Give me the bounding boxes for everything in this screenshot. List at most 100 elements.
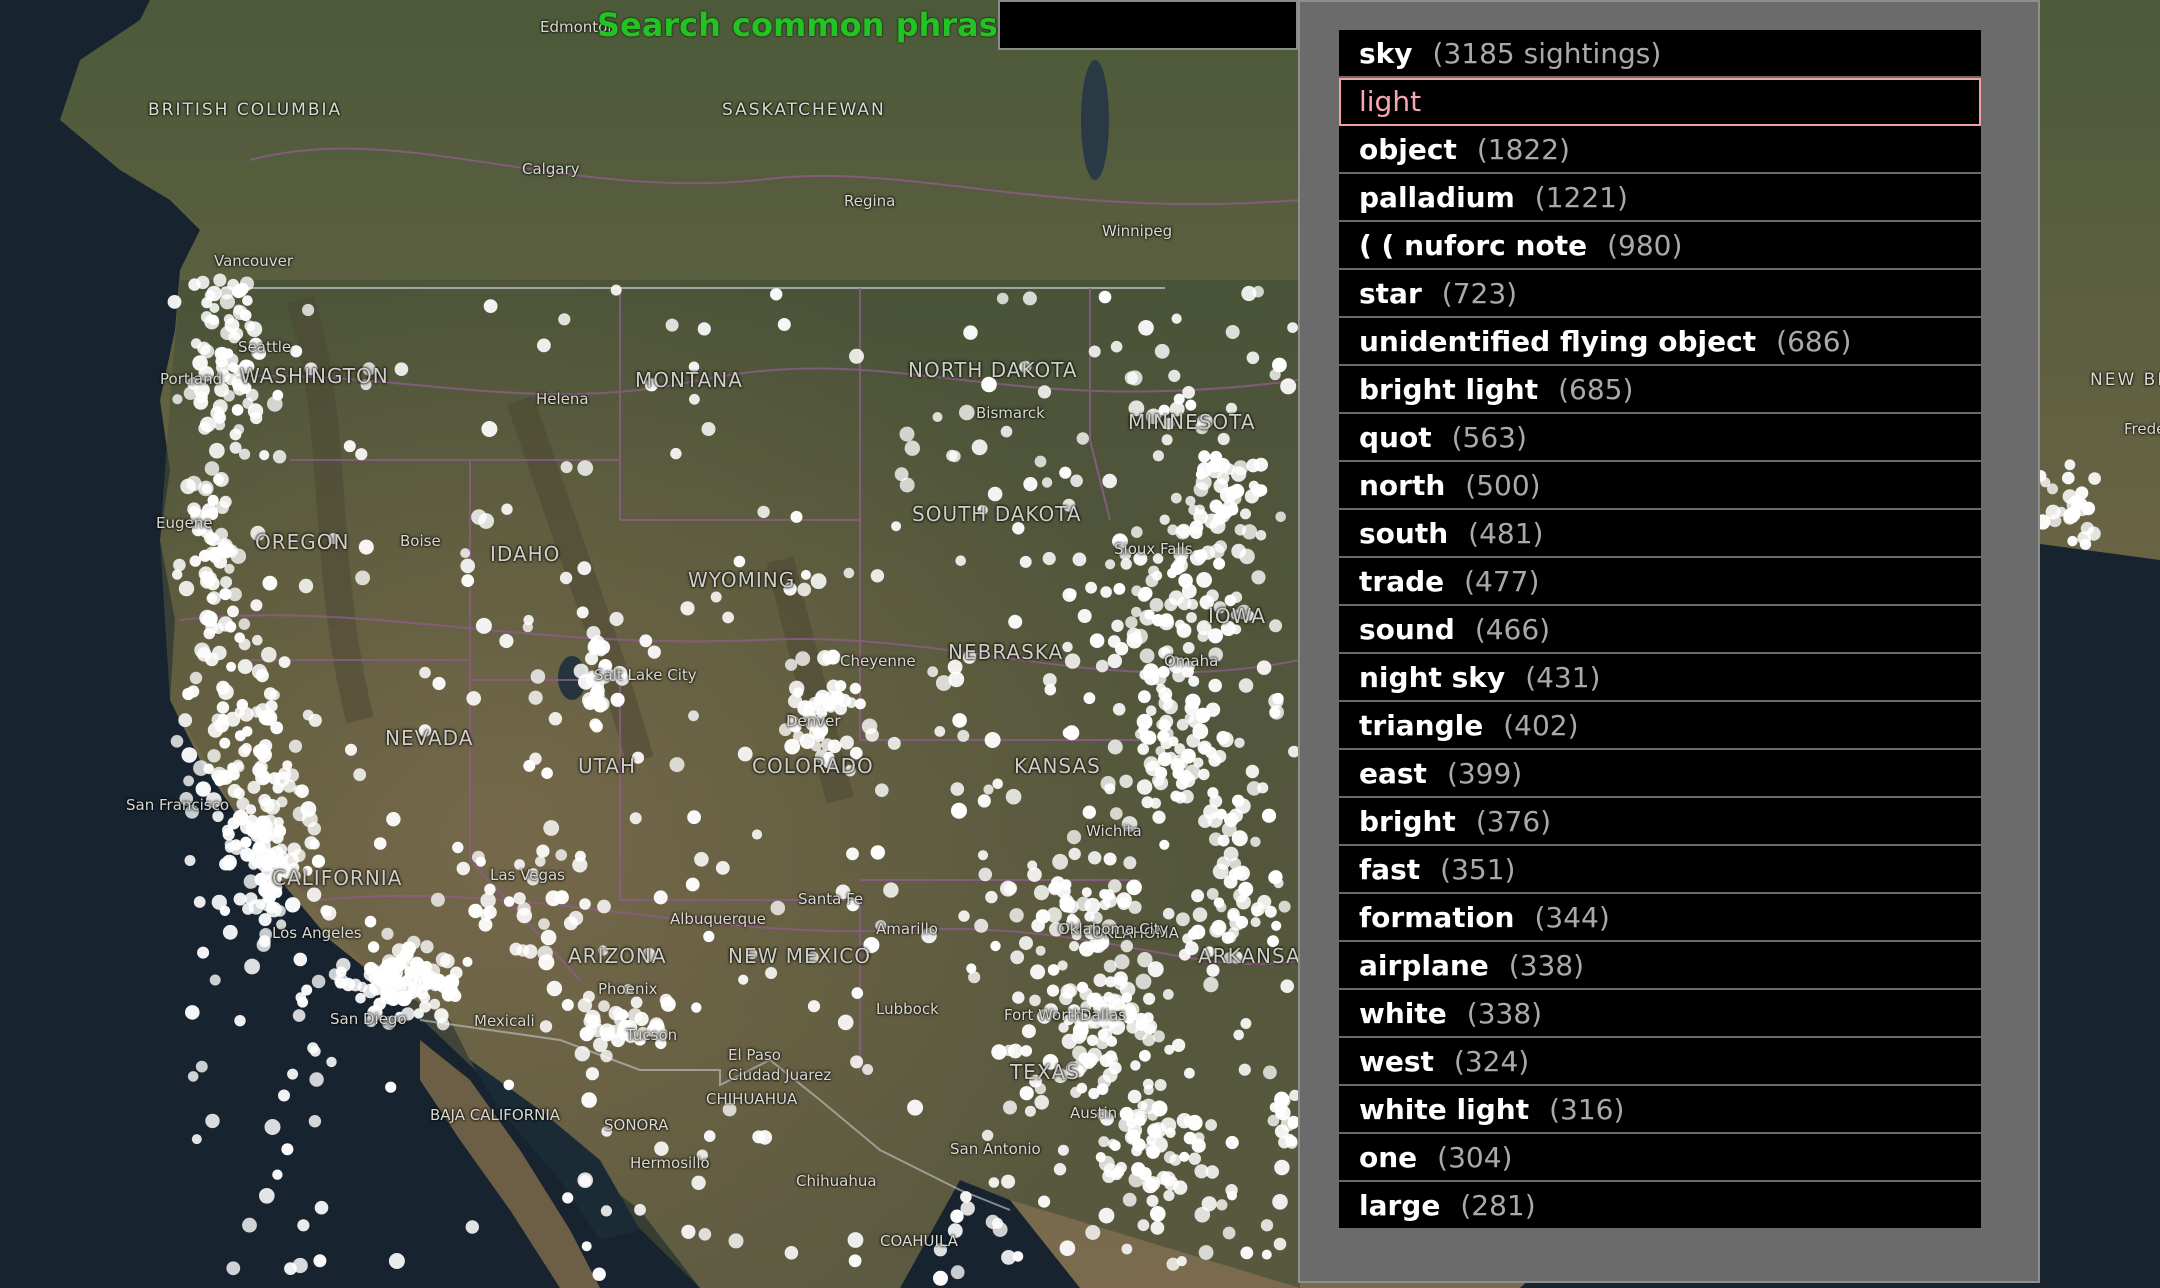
suggestion-item[interactable]: large (281) bbox=[1339, 1182, 1981, 1230]
sighting-dot bbox=[978, 867, 993, 882]
sighting-dot bbox=[276, 851, 289, 864]
sighting-dot bbox=[499, 633, 514, 649]
suggestion-item[interactable]: sky (3185 sightings) bbox=[1339, 30, 1981, 78]
suggestion-item[interactable]: ( ( nuforc note (980) bbox=[1339, 222, 1981, 270]
suggestion-item[interactable]: quot (563) bbox=[1339, 414, 1981, 462]
sighting-dot bbox=[282, 760, 293, 771]
sighting-dot bbox=[850, 1055, 864, 1069]
sighting-dot bbox=[1098, 290, 1112, 304]
sighting-dot bbox=[576, 606, 589, 619]
sighting-dot bbox=[971, 439, 988, 456]
suggestion-item[interactable]: south (481) bbox=[1339, 510, 1981, 558]
sighting-dot bbox=[244, 320, 256, 332]
suggestion-item[interactable]: white light (316) bbox=[1339, 1086, 1981, 1134]
sighting-dot bbox=[1250, 836, 1261, 847]
sighting-dot bbox=[1150, 1122, 1167, 1139]
sighting-dot bbox=[1136, 779, 1153, 795]
suggestion-item[interactable]: west (324) bbox=[1339, 1038, 1981, 1086]
suggestion-item[interactable]: night sky (431) bbox=[1339, 654, 1981, 702]
map-label-city: San Francisco bbox=[126, 796, 230, 814]
suggestion-item[interactable]: bright light (685) bbox=[1339, 366, 1981, 414]
sighting-dot bbox=[234, 1015, 246, 1027]
suggestion-phrase: north bbox=[1359, 468, 1446, 502]
sighting-dot bbox=[1020, 1045, 1033, 1057]
sighting-dot bbox=[1137, 1219, 1150, 1232]
map-label-region: SOUTH DAKOTA bbox=[912, 502, 1082, 526]
suggestion-item[interactable]: trade (477) bbox=[1339, 558, 1981, 606]
sighting-dot bbox=[875, 783, 889, 797]
sighting-dot bbox=[229, 441, 242, 454]
sighting-dot bbox=[933, 1270, 948, 1286]
sighting-dot bbox=[483, 299, 498, 313]
suggestion-item[interactable]: bright (376) bbox=[1339, 798, 1981, 846]
sighting-dot bbox=[355, 448, 368, 461]
sighting-dot bbox=[272, 389, 284, 401]
sighting-dot bbox=[785, 658, 798, 671]
sighting-dot bbox=[1264, 905, 1277, 918]
sighting-dot bbox=[1044, 683, 1057, 696]
suggestion-item[interactable]: triangle (402) bbox=[1339, 702, 1981, 750]
sighting-dot bbox=[837, 1014, 854, 1031]
sighting-dot bbox=[1062, 641, 1073, 653]
sighting-dot bbox=[1274, 1091, 1290, 1107]
sighting-dot bbox=[1135, 973, 1152, 990]
sighting-dot bbox=[1191, 1138, 1206, 1153]
sighting-dot bbox=[904, 440, 920, 456]
sighting-dot bbox=[691, 1002, 702, 1013]
sighting-dot bbox=[465, 1220, 479, 1234]
sighting-dot bbox=[185, 1005, 200, 1020]
sighting-dot bbox=[197, 341, 211, 355]
suggestion-item[interactable]: sound (466) bbox=[1339, 606, 1981, 654]
sighting-dot bbox=[1209, 543, 1225, 559]
suggestion-item[interactable]: palladium (1221) bbox=[1339, 174, 1981, 222]
sighting-dot bbox=[1126, 1129, 1141, 1144]
sighting-dot bbox=[1027, 860, 1038, 871]
search-input[interactable] bbox=[998, 0, 1298, 50]
sighting-dot bbox=[1103, 893, 1118, 908]
sighting-dot bbox=[590, 688, 605, 703]
sighting-dot bbox=[481, 421, 498, 437]
sighting-dot bbox=[1152, 810, 1166, 824]
sighting-dot bbox=[1150, 1206, 1166, 1222]
sighting-dot bbox=[934, 726, 946, 737]
suggestion-item[interactable]: fast (351) bbox=[1339, 846, 1981, 894]
map-label-city: Boise bbox=[400, 532, 441, 550]
suggestion-item[interactable]: airplane (338) bbox=[1339, 942, 1981, 990]
sighting-dot bbox=[733, 555, 746, 568]
suggestion-item[interactable]: star (723) bbox=[1339, 270, 1981, 318]
sighting-dot bbox=[554, 890, 569, 905]
sighting-dot bbox=[1170, 492, 1182, 504]
sighting-dot bbox=[258, 793, 272, 807]
sighting-dot bbox=[977, 850, 989, 861]
sighting-dot bbox=[456, 861, 470, 876]
sighting-dot bbox=[1228, 868, 1241, 881]
sighting-dot bbox=[1062, 727, 1075, 739]
sighting-dot bbox=[1034, 1083, 1046, 1095]
suggestion-phrase: star bbox=[1359, 276, 1422, 310]
sighting-dot bbox=[1023, 477, 1038, 492]
suggestion-item[interactable]: east (399) bbox=[1339, 750, 1981, 798]
sighting-dot bbox=[1275, 511, 1286, 523]
sighting-dot bbox=[1195, 469, 1207, 480]
suggestion-item[interactable]: north (500) bbox=[1339, 462, 1981, 510]
sighting-dot bbox=[1193, 757, 1204, 768]
sighting-dot bbox=[373, 997, 387, 1011]
suggestion-count: (1822) bbox=[1476, 132, 1570, 166]
sighting-dot bbox=[1225, 1135, 1239, 1150]
suggestion-item[interactable]: formation (344) bbox=[1339, 894, 1981, 942]
sighting-dot bbox=[290, 345, 303, 358]
sighting-dot bbox=[1209, 450, 1223, 464]
sighting-dot bbox=[287, 1068, 299, 1080]
sighting-dot bbox=[1186, 612, 1197, 623]
sighting-dot bbox=[343, 440, 356, 453]
suggestion-item[interactable]: white (338) bbox=[1339, 990, 1981, 1038]
sighting-dot bbox=[1196, 572, 1212, 588]
sighting-dot bbox=[233, 813, 245, 825]
suggestion-item[interactable]: one (304) bbox=[1339, 1134, 1981, 1182]
sighting-dot bbox=[834, 680, 847, 692]
suggestion-item[interactable]: unidentified flying object (686) bbox=[1339, 318, 1981, 366]
sighting-dot bbox=[592, 1267, 606, 1281]
sighting-dot bbox=[585, 651, 599, 666]
suggestion-item[interactable]: object (1822) bbox=[1339, 126, 1981, 174]
suggestion-item[interactable]: light bbox=[1339, 78, 1981, 126]
